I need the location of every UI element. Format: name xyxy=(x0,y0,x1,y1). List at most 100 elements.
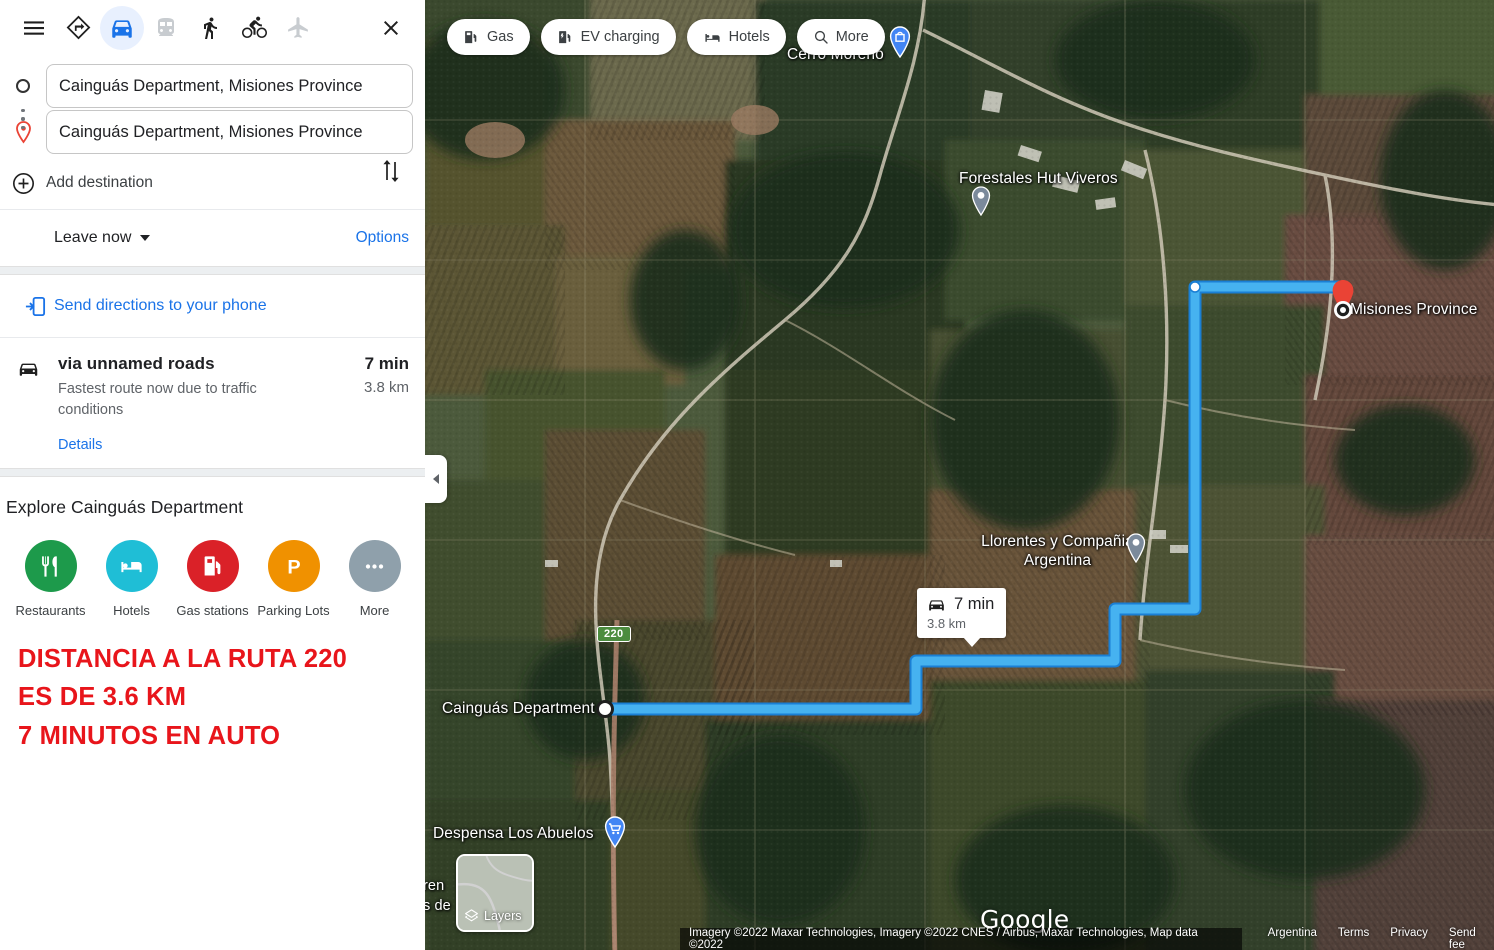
explore-category-hotels[interactable]: Hotels xyxy=(91,540,172,618)
explore-category-label: Restaurants xyxy=(15,603,86,619)
poi-pin-store[interactable] xyxy=(888,26,912,63)
travel-mode-bar xyxy=(0,0,425,55)
chip-label: EV charging xyxy=(580,29,660,45)
leave-time-row: Leave now Options xyxy=(0,210,425,266)
attribution-link-privacy[interactable]: Privacy xyxy=(1390,927,1428,950)
search-icon xyxy=(814,30,828,44)
more-dots-icon xyxy=(348,540,401,593)
attribution-link-terms[interactable]: Terms xyxy=(1338,927,1369,950)
leave-now-dropdown[interactable]: Leave now xyxy=(54,229,151,247)
highway-shield-220: 220 xyxy=(597,626,631,642)
ev-charging-icon xyxy=(558,30,570,43)
explore-category-label: More xyxy=(359,603,390,619)
route-details-link[interactable]: Details xyxy=(58,437,102,453)
gas-pump-icon xyxy=(465,30,477,43)
options-link[interactable]: Options xyxy=(356,229,409,247)
attribution-link-feedback[interactable]: Send fee xyxy=(1449,927,1494,950)
driving-icon[interactable] xyxy=(100,5,144,50)
hotel-bed-icon xyxy=(705,33,720,42)
flights-icon[interactable] xyxy=(276,6,320,50)
origin-input[interactable]: Cainguás Department, Misiones Province xyxy=(46,64,413,108)
annotation-line-2: ES DE 3.6 KM xyxy=(18,683,187,712)
origin-marker-icon xyxy=(0,79,46,93)
chip-gas[interactable]: Gas xyxy=(447,19,530,55)
section-divider xyxy=(0,266,425,275)
send-to-phone-icon xyxy=(16,295,54,318)
eta-badge-tail xyxy=(963,637,981,647)
route-name: via unnamed roads xyxy=(58,354,215,373)
explore-title: Explore Cainguás Department xyxy=(6,497,244,518)
attribution-links: Argentina Terms Privacy Send fee xyxy=(1268,927,1494,950)
destination-input-value: Cainguás Department, Misiones Province xyxy=(59,122,363,141)
chip-ev-charging[interactable]: EV charging xyxy=(540,19,676,55)
chip-label: Hotels xyxy=(728,29,770,45)
collapse-panel-button[interactable] xyxy=(425,455,447,503)
layers-label: Layers xyxy=(484,908,522,923)
transit-icon[interactable] xyxy=(144,6,188,50)
user-annotation: DISTANCIA A LA RUTA 220 ES DE 3.6 KM 7 M… xyxy=(0,618,425,755)
chevron-down-icon xyxy=(140,235,151,241)
route-duration: 7 min xyxy=(364,354,409,373)
destination-endpoint-marker xyxy=(1333,300,1353,325)
explore-category-label: Gas stations xyxy=(176,603,249,619)
route-eta-badge[interactable]: 7 min 3.8 km xyxy=(917,588,1007,647)
origin-input-value: Cainguás Department, Misiones Province xyxy=(59,76,363,95)
map-attribution-bar: Imagery ©2022 Maxar Technologies, Imager… xyxy=(425,927,1494,950)
parking-icon: P xyxy=(267,540,320,593)
origin-endpoint-marker xyxy=(595,699,615,724)
explore-category-gas-stations[interactable]: Gas stations xyxy=(172,540,253,618)
attribution-link-country[interactable]: Argentina xyxy=(1268,927,1317,950)
route-polyline xyxy=(601,280,1349,716)
directions-panel: Cainguás Department, Misiones Province C… xyxy=(0,0,425,950)
svg-text:P: P xyxy=(287,556,300,578)
waypoints-block: Cainguás Department, Misiones Province C… xyxy=(0,55,425,209)
close-icon[interactable] xyxy=(369,6,413,50)
layers-button[interactable]: Layers xyxy=(456,854,534,932)
explore-category-parking-lots[interactable]: P Parking Lots xyxy=(253,540,334,618)
layers-label-group: Layers xyxy=(464,908,522,923)
explore-category-more[interactable]: More xyxy=(334,540,415,618)
send-to-phone-button[interactable]: Send directions to your phone xyxy=(0,275,425,337)
hotel-icon xyxy=(105,540,158,593)
destination-row: Cainguás Department, Misiones Province xyxy=(0,109,425,155)
car-icon xyxy=(929,600,944,611)
menu-icon[interactable] xyxy=(12,6,56,50)
section-divider xyxy=(0,468,425,478)
walking-icon[interactable] xyxy=(188,6,232,50)
add-destination-button[interactable]: Add destination xyxy=(0,161,425,205)
destination-input[interactable]: Cainguás Department, Misiones Province xyxy=(46,110,413,154)
layers-icon xyxy=(465,909,478,922)
annotation-line-3: 7 MINUTOS EN AUTO xyxy=(18,721,281,750)
annotation-line-1: DISTANCIA A LA RUTA 220 xyxy=(18,645,348,674)
route-details: via unnamed roads 7 min Fastest route no… xyxy=(54,354,409,454)
explore-category-label: Parking Lots xyxy=(257,603,330,619)
cycling-icon[interactable] xyxy=(232,6,276,50)
explore-category-restaurants[interactable]: Restaurants xyxy=(10,540,91,618)
restaurant-icon xyxy=(24,540,77,593)
gas-station-icon xyxy=(186,540,239,593)
map-canvas[interactable]: Gas EV charging Hotels More ora Cerro Mo… xyxy=(425,0,1494,950)
waypoint-dots-icon xyxy=(0,109,46,130)
add-destination-label: Add destination xyxy=(46,174,153,191)
swap-waypoints-button[interactable] xyxy=(371,151,411,191)
send-to-phone-label: Send directions to your phone xyxy=(54,297,267,314)
directions-icon[interactable] xyxy=(56,6,100,50)
car-icon xyxy=(16,354,54,454)
explore-categories: Restaurants Hotels Gas stations P Parkin… xyxy=(0,518,425,618)
category-chip-bar: Gas EV charging Hotels More xyxy=(447,19,885,55)
chip-more[interactable]: More xyxy=(796,19,885,55)
imagery-attribution: Imagery ©2022 Maxar Technologies, Imager… xyxy=(680,927,1242,950)
add-circle-icon xyxy=(0,172,46,195)
chip-label: Gas xyxy=(487,29,514,45)
route-distance: 3.8 km xyxy=(363,379,409,396)
leave-now-label: Leave now xyxy=(54,229,132,246)
route-description: Fastest route now due to traffic conditi… xyxy=(58,381,257,419)
eta-time: 7 min xyxy=(954,595,995,613)
poi-pin-despensa[interactable] xyxy=(603,816,627,853)
origin-row: Cainguás Department, Misiones Province xyxy=(0,63,425,109)
route-option[interactable]: via unnamed roads 7 min Fastest route no… xyxy=(0,338,425,468)
explore-category-label: Hotels xyxy=(113,603,150,619)
poi-pin-forestales[interactable] xyxy=(970,186,992,221)
poi-pin-llorentes[interactable] xyxy=(1125,533,1147,568)
chip-hotels[interactable]: Hotels xyxy=(686,19,786,55)
